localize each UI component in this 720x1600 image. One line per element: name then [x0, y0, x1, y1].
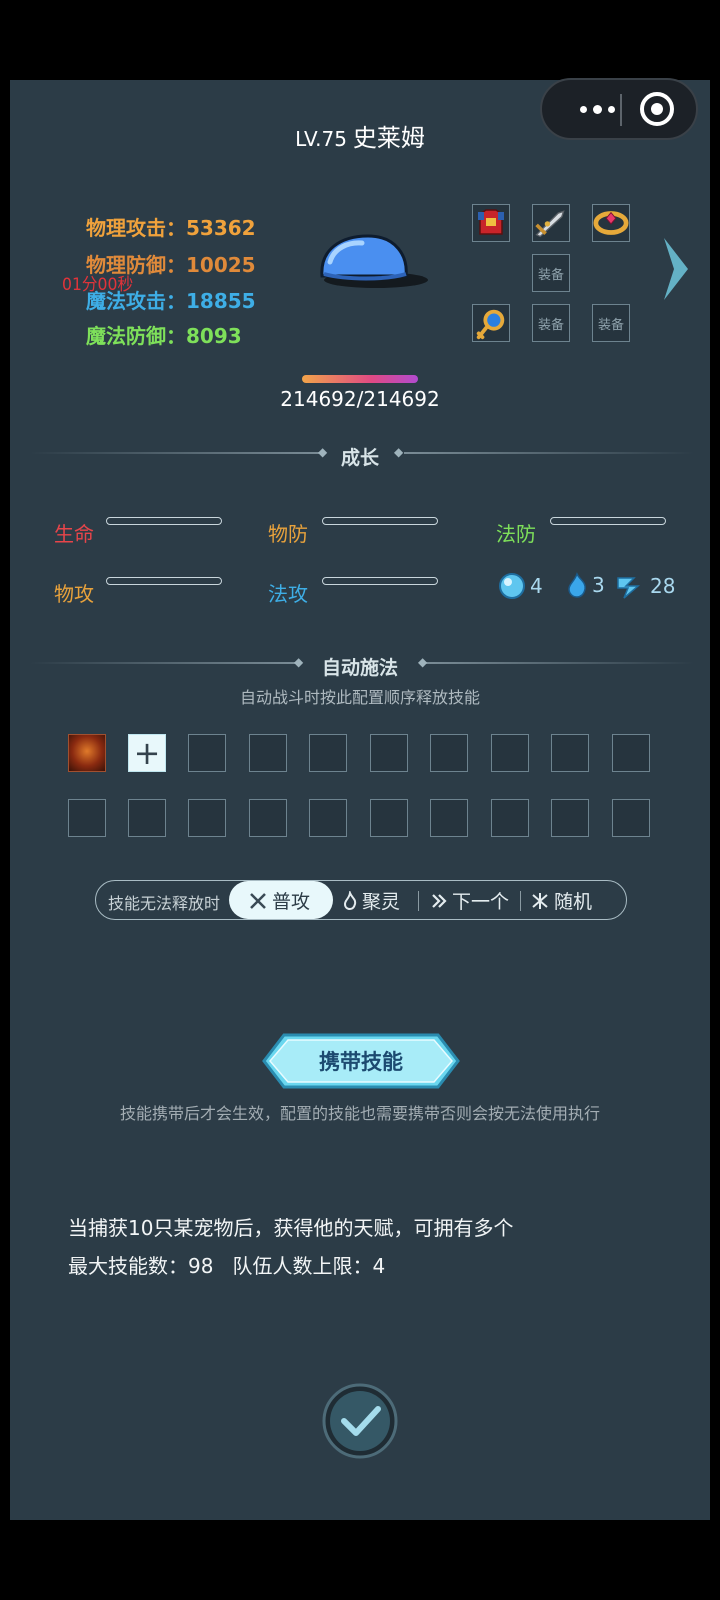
stat-value: 53362: [186, 216, 256, 240]
fallback-selector: 技能无法释放时 普攻 聚灵 下一个 随机: [95, 880, 627, 920]
equip-slot-weapon[interactable]: [532, 204, 570, 242]
fallback-option-attack[interactable]: 普攻: [248, 887, 310, 914]
skill-slot-empty[interactable]: [309, 799, 347, 837]
resource-speed: 28: [616, 572, 675, 600]
growth-bar-mdef: [550, 517, 666, 525]
skill-slot-empty[interactable]: [249, 734, 287, 772]
talent-info: 当捕获10只某宠物后，获得他的天赋，可拥有多个: [68, 1216, 514, 1240]
option-divider: [418, 891, 419, 911]
sword-icon: [535, 210, 565, 238]
skill-slot-empty[interactable]: [430, 734, 468, 772]
equip-slot-ring[interactable]: [592, 204, 630, 242]
hp-text: 214692/214692: [280, 387, 440, 411]
skill-slot-empty[interactable]: [612, 799, 650, 837]
skill-slot-empty[interactable]: [370, 799, 408, 837]
fallback-option-next[interactable]: 下一个: [430, 887, 509, 914]
equip-slot-amulet[interactable]: [472, 304, 510, 342]
stat-label: 物理攻击：: [86, 216, 186, 240]
resource-flame: 3: [566, 572, 605, 598]
skill-slot-empty[interactable]: [551, 799, 589, 837]
double-chevron-icon: [432, 893, 447, 908]
orb-icon: [499, 573, 525, 599]
stat-value: 10025: [186, 253, 256, 277]
carry-skill-note: 技能携带后才会生效，配置的技能也需要携带否则会按无法使用执行: [119, 1104, 600, 1123]
growth-bar-pdef: [322, 517, 438, 525]
stat-value: 18855: [186, 289, 256, 313]
resource-orb: 4: [498, 572, 543, 600]
skill-slot-fire[interactable]: [68, 734, 106, 772]
slime-pet-sprite[interactable]: [316, 232, 428, 294]
fallback-label: 技能无法释放时: [108, 894, 221, 913]
equip-slot-empty[interactable]: 装备: [532, 304, 570, 342]
carry-skill-label[interactable]: 携带技能: [262, 1046, 460, 1076]
growth-bar-matk: [322, 577, 438, 585]
skill-slot-empty[interactable]: [188, 799, 226, 837]
skill-slot-empty[interactable]: [128, 799, 166, 837]
crossed-swords-icon: [250, 892, 266, 909]
fallback-option-label: 聚灵: [362, 891, 401, 913]
skill-slot-empty[interactable]: [370, 734, 408, 772]
growth-label-patk: 物攻: [54, 582, 94, 606]
confirm-check-button[interactable]: [322, 1383, 398, 1459]
growth-label-hp: 生命: [54, 522, 94, 546]
fallback-option-label: 下一个: [452, 891, 510, 913]
stat-label: 魔法防御：: [86, 324, 186, 348]
add-skill-button[interactable]: +: [128, 734, 166, 772]
skill-slot-empty[interactable]: [551, 734, 589, 772]
speed-icon: [617, 577, 641, 599]
skill-slot-empty[interactable]: [188, 734, 226, 772]
random-icon: [532, 892, 548, 909]
amulet-icon: [476, 309, 505, 340]
growth-bar-hp: [106, 517, 222, 525]
skill-slot-empty[interactable]: [612, 734, 650, 772]
skill-slot-empty[interactable]: [491, 799, 529, 837]
auto-cast-subtitle: 自动战斗时按此配置顺序释放技能: [239, 688, 480, 707]
skill-slot-empty[interactable]: [68, 799, 106, 837]
fallback-option-label: 随机: [554, 891, 593, 913]
growth-bar-patk: [106, 577, 222, 585]
stat-magic-defense: 魔法防御：8093: [86, 320, 242, 349]
fallback-option-gather[interactable]: 聚灵: [342, 887, 400, 914]
pet-level: LV.75: [295, 127, 347, 151]
limits-info: 最大技能数：98 队伍人数上限：4: [68, 1254, 386, 1278]
auto-cast-title: 自动施法: [321, 657, 398, 679]
next-pet-arrow-icon[interactable]: [658, 234, 694, 304]
ring-icon: [593, 211, 629, 235]
stat-value: 8093: [186, 324, 242, 348]
fallback-option-random[interactable]: 随机: [530, 887, 592, 914]
fallback-option-label: 普攻: [272, 891, 311, 913]
pet-name: 史莱姆: [352, 124, 425, 152]
hp-bar: [302, 375, 418, 383]
resource-value: 3: [592, 573, 605, 597]
growth-title: 成长: [340, 447, 379, 469]
skill-slot-empty[interactable]: [249, 799, 287, 837]
growth-label-pdef: 物防: [268, 522, 308, 546]
flame-icon: [568, 572, 586, 598]
equip-slot-empty[interactable]: 装备: [592, 304, 630, 342]
resource-value: 4: [530, 574, 543, 598]
armor-icon: [478, 209, 504, 235]
equip-slot-empty[interactable]: 装备: [532, 254, 570, 292]
skill-slot-empty[interactable]: [309, 734, 347, 772]
pet-title: LV.75 史莱姆: [0, 118, 720, 153]
countdown-timer: 01分00秒: [62, 275, 134, 295]
stat-physical-attack: 物理攻击：53362: [86, 212, 256, 241]
equip-slot-armor[interactable]: [472, 204, 510, 242]
growth-label-mdef: 法防: [496, 522, 536, 546]
spirit-icon: [343, 890, 357, 910]
skill-slot-empty[interactable]: [491, 734, 529, 772]
option-divider: [520, 891, 521, 911]
resource-value: 28: [650, 574, 676, 598]
skill-slot-empty[interactable]: [430, 799, 468, 837]
growth-label-matk: 法攻: [268, 582, 308, 606]
